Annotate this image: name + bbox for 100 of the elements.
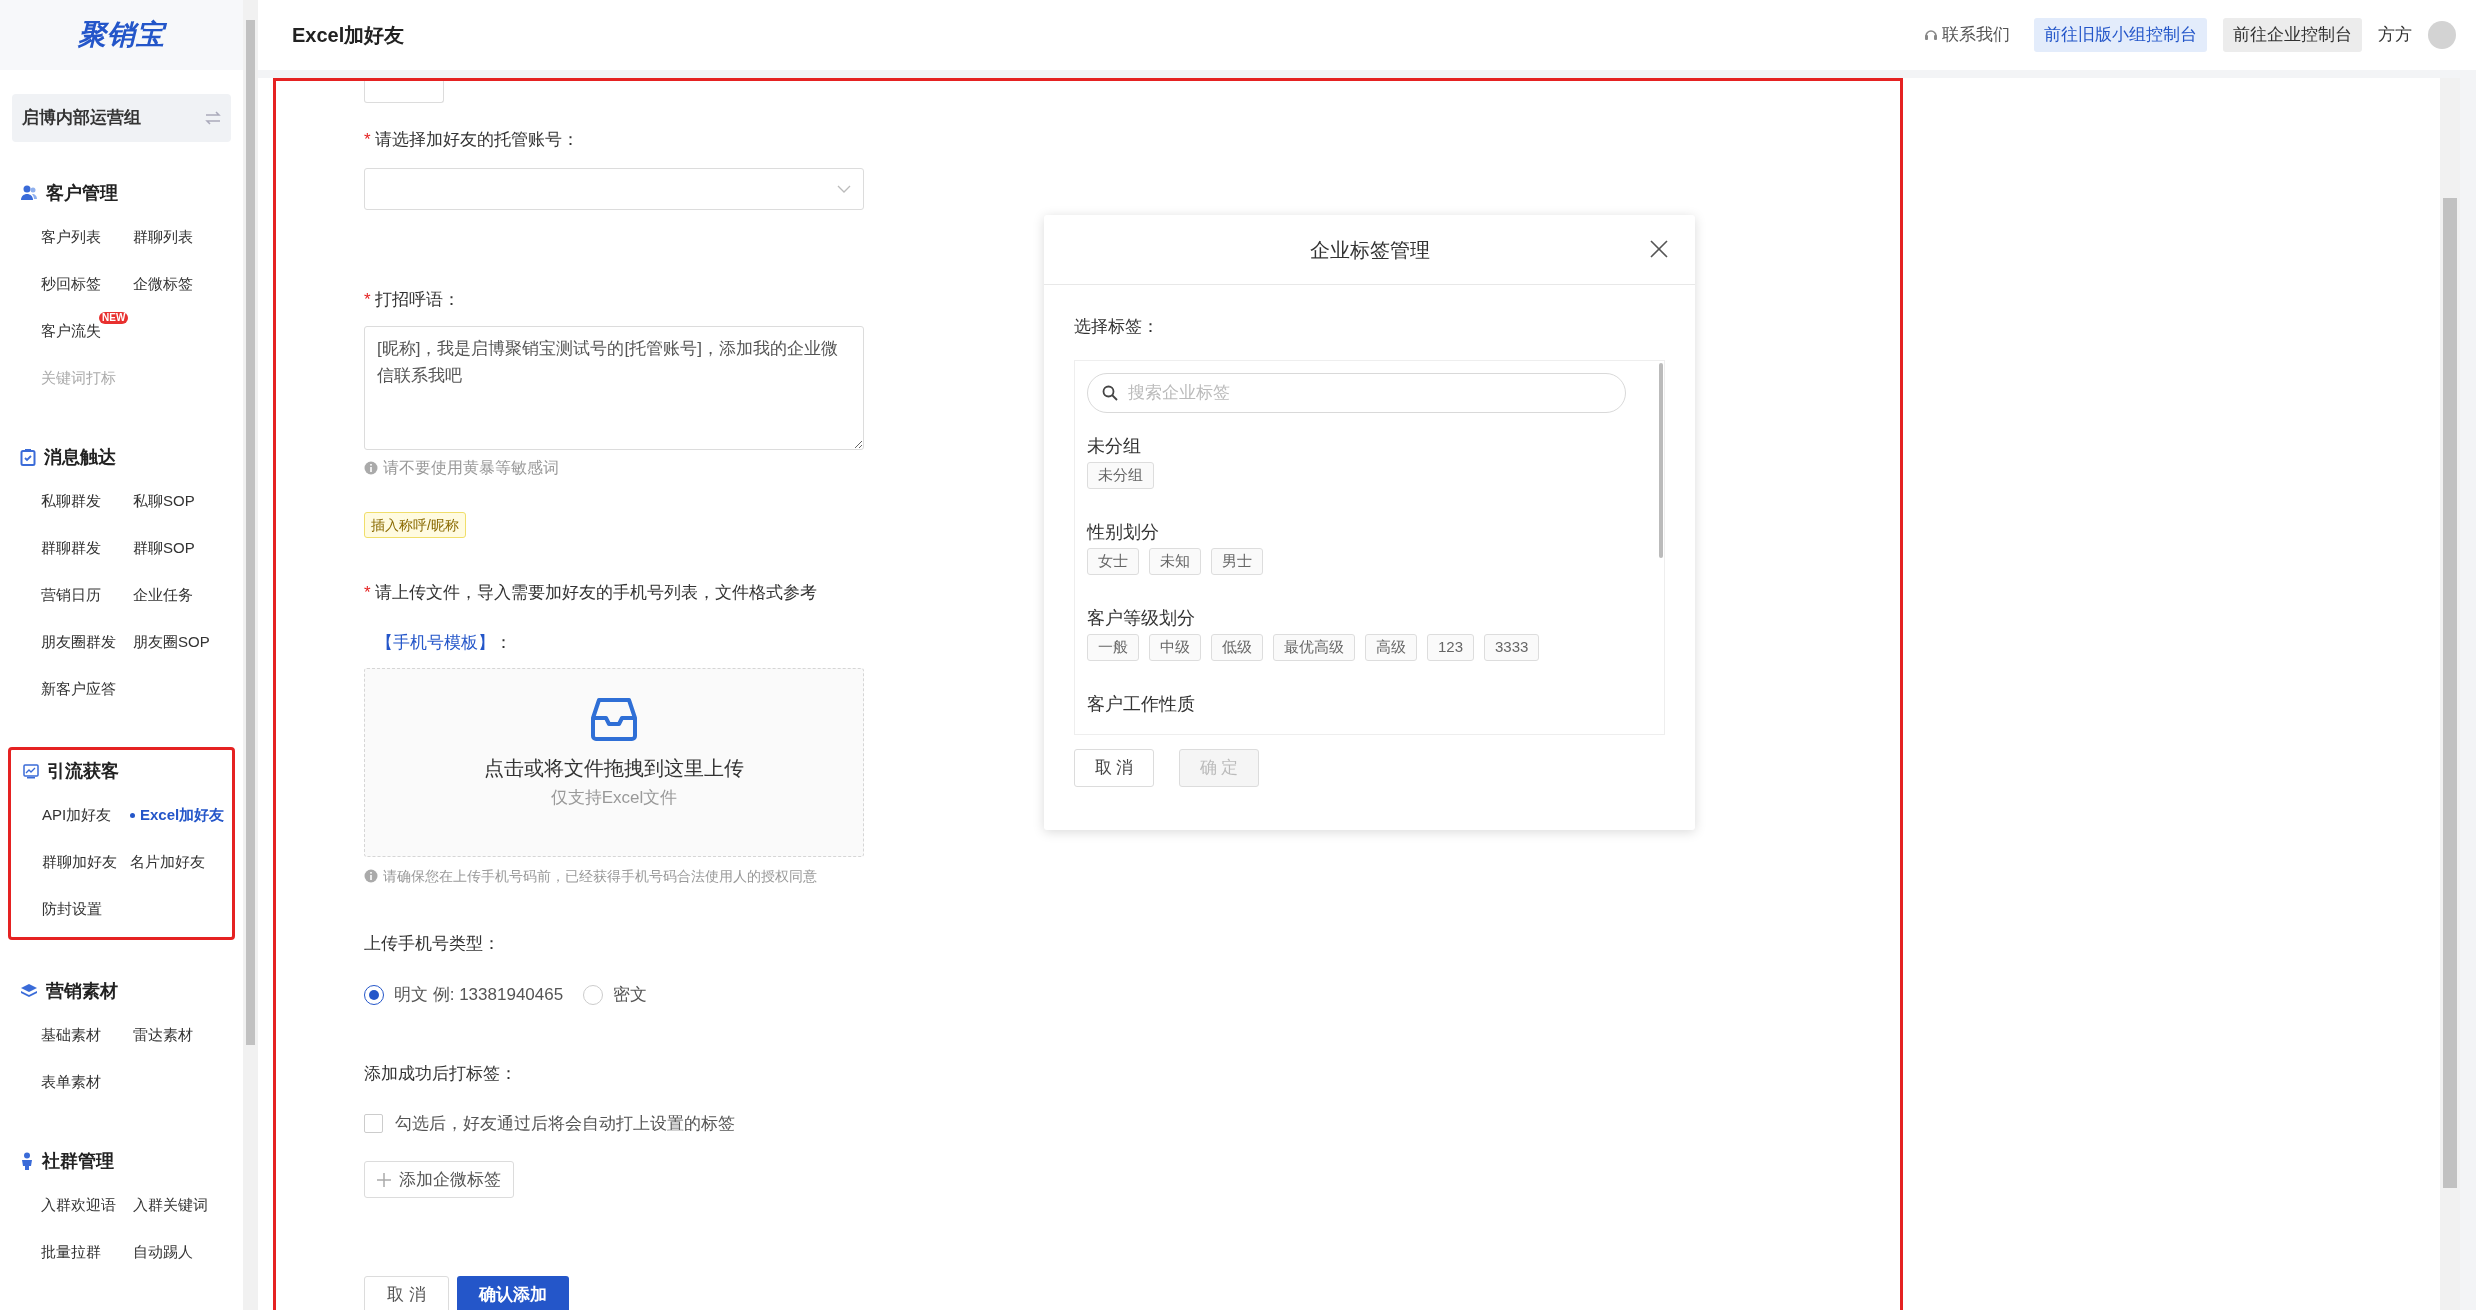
sidebar-item[interactable]: 群聊列表 xyxy=(133,214,193,261)
tag-chip[interactable]: 最优高级 xyxy=(1273,634,1355,661)
user-name[interactable]: 方方 xyxy=(2378,22,2412,48)
tag-chip[interactable]: 低级 xyxy=(1211,634,1263,661)
sidebar-item[interactable]: 入群欢迎语 xyxy=(41,1182,116,1229)
required-mark: * xyxy=(364,129,371,151)
sidebar-item[interactable]: Excel加好友 xyxy=(130,792,225,839)
tag-group-title: 性别划分 xyxy=(1087,521,1160,543)
sidebar-section-title: 社群管理 xyxy=(42,1149,114,1173)
radio-label: 密文 xyxy=(613,984,648,1006)
info-icon xyxy=(364,461,378,475)
radio-option[interactable]: 密文 xyxy=(583,982,648,1008)
dropzone-title: 点击或将文件拖拽到这里上传 xyxy=(484,756,744,781)
tag-chip[interactable]: 未分组 xyxy=(1087,462,1154,489)
radio-label: 明文 例: 13381940465 xyxy=(394,984,564,1006)
contact-link[interactable]: 联系我们 xyxy=(1924,22,2010,48)
tag-chip[interactable]: 高级 xyxy=(1365,634,1417,661)
checkbox[interactable] xyxy=(364,1113,383,1133)
chart-monitor-icon xyxy=(23,763,39,779)
sidebar-item[interactable]: 基础素材 xyxy=(41,1012,101,1059)
layers-icon xyxy=(20,983,38,999)
switch-icon xyxy=(205,111,221,125)
dropdown-field[interactable] xyxy=(364,168,864,210)
field-label: 选择标签： xyxy=(1074,316,1160,338)
sidebar-item[interactable]: 防封设置 xyxy=(42,886,102,933)
cancel-button[interactable]: 取 消 xyxy=(364,1276,449,1310)
insert-nickname-button[interactable]: 插入称呼/昵称 xyxy=(364,512,466,538)
sidebar-item[interactable]: API加好友 xyxy=(42,792,112,839)
page-title: Excel加好友 xyxy=(292,23,405,48)
field-label: 上传手机号类型： xyxy=(364,933,500,955)
sidebar-item[interactable]: 营销日历 xyxy=(41,572,101,619)
tag-group-title: 客户工作性质 xyxy=(1087,693,1196,715)
scrollbar-thumb[interactable] xyxy=(246,20,255,1045)
submit-button[interactable]: 确认添加 xyxy=(456,1276,569,1310)
tag-chip[interactable]: 女士 xyxy=(1087,548,1139,575)
tag-chip[interactable]: 男士 xyxy=(1211,548,1263,575)
greeting-textarea[interactable]: [昵称]，我是启博聚销宝测试号的[托管账号]，添加我的企业微信联系我吧 xyxy=(364,326,864,450)
search-input[interactable]: 搜索企业标签 xyxy=(1126,379,1611,407)
sidebar-section-title: 消息触达 xyxy=(44,445,116,469)
tag-chip[interactable]: 中级 xyxy=(1149,634,1201,661)
sidebar-item[interactable]: 朋友圈群发 xyxy=(41,619,116,666)
chevron-down-icon xyxy=(837,185,851,193)
tag-chip[interactable]: 3333 xyxy=(1484,634,1540,661)
field-label: 添加成功后打标签： xyxy=(364,1062,517,1085)
sidebar-item[interactable]: 入群关键词 xyxy=(133,1182,208,1229)
avatar[interactable] xyxy=(2428,21,2456,49)
upload-dropzone[interactable]: 点击或将文件拖拽到这里上传 仅支持Excel文件 xyxy=(364,668,864,857)
people-icon xyxy=(20,184,38,202)
radio-button[interactable] xyxy=(364,984,384,1005)
sidebar-item[interactable]: 企业任务 xyxy=(133,572,193,619)
dropzone-subtitle: 仅支持Excel文件 xyxy=(550,787,678,809)
tag-chip[interactable]: 未知 xyxy=(1149,548,1201,575)
sidebar-item[interactable]: 群聊SOP xyxy=(133,525,195,572)
hint-text: 请不要使用黄暴等敏感词 xyxy=(383,458,559,478)
search-icon xyxy=(1102,385,1118,401)
tag-group-title: 客户等级划分 xyxy=(1087,607,1196,629)
sidebar-item[interactable]: 客户流失 xyxy=(41,308,101,355)
sidebar-item[interactable]: 企微标签 xyxy=(133,261,193,308)
tag-group-title: 未分组 xyxy=(1087,435,1142,457)
colon-text: ： xyxy=(495,633,512,652)
scrollbar-thumb[interactable] xyxy=(1659,363,1663,558)
close-icon xyxy=(1649,239,1669,259)
org-name: 启博内部运营组 xyxy=(22,107,141,130)
sidebar-item[interactable]: 客户列表 xyxy=(41,214,101,261)
sidebar-item[interactable]: 群聊群发 xyxy=(41,525,101,572)
person-icon xyxy=(20,1152,34,1170)
sidebar-item[interactable]: 私聊SOP xyxy=(133,478,195,525)
new-badge: NEW xyxy=(99,312,129,324)
sidebar-item[interactable]: 表单素材 xyxy=(41,1059,101,1106)
scrollbar-thumb[interactable] xyxy=(2443,198,2457,1188)
sidebar-item[interactable]: 名片加好友 xyxy=(130,839,205,886)
add-tag-button[interactable]: 添加企微标签 xyxy=(364,1161,514,1198)
sidebar-section-title: 引流获客 xyxy=(47,759,119,783)
sidebar-item[interactable]: 新客户应答 xyxy=(41,666,116,713)
sidebar-item[interactable]: 朋友圈SOP xyxy=(133,619,210,666)
modal-title: 企业标签管理 xyxy=(1309,237,1430,263)
required-mark: * xyxy=(364,582,371,604)
sidebar-item[interactable]: 批量拉群 xyxy=(41,1229,101,1276)
field-label: 打招呼语： xyxy=(374,289,460,311)
tag-chip[interactable]: 一般 xyxy=(1087,634,1139,661)
sidebar-item[interactable]: 群聊加好友 xyxy=(42,839,117,886)
header-button[interactable]: 前往旧版小组控制台 xyxy=(2034,18,2207,52)
org-switcher[interactable]: 启博内部运营组 xyxy=(12,94,231,142)
headset-icon xyxy=(1924,28,1938,42)
inbox-icon xyxy=(591,697,637,741)
sidebar-item[interactable]: 秒回标签 xyxy=(41,261,101,308)
tag-chip[interactable]: 123 xyxy=(1427,634,1475,661)
field-label: 请选择加好友的托管账号： xyxy=(374,129,579,151)
template-link[interactable]: 【手机号模板】 xyxy=(376,633,495,652)
sidebar-section-title: 客户管理 xyxy=(46,181,118,205)
close-button[interactable] xyxy=(1649,239,1669,259)
radio-option[interactable]: 明文 例: 13381940465 xyxy=(364,982,564,1008)
modal-button[interactable]: 取 消 xyxy=(1074,749,1154,787)
input-field[interactable] xyxy=(364,81,444,103)
header-button[interactable]: 前往企业控制台 xyxy=(2223,18,2362,52)
checkbox-label: 勾选后，好友通过后将会自动打上设置的标签 xyxy=(395,1112,735,1135)
sidebar-item[interactable]: 自动踢人 xyxy=(133,1229,193,1276)
logo: 聚销宝 xyxy=(78,18,165,52)
sidebar-item[interactable]: 私聊群发 xyxy=(41,478,101,525)
sidebar-item[interactable]: 雷达素材 xyxy=(133,1012,193,1059)
